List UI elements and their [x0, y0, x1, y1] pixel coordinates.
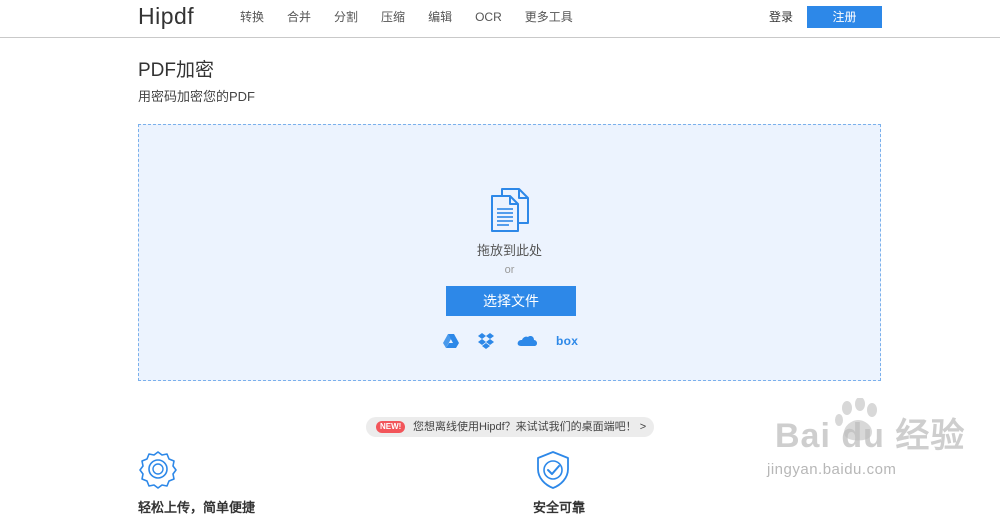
google-drive-icon[interactable]: [442, 332, 460, 350]
nav-item-convert[interactable]: 转换: [240, 0, 264, 34]
nav-item-edit[interactable]: 编辑: [428, 0, 452, 34]
logo[interactable]: Hipdf: [138, 1, 194, 31]
page-title: PDF加密: [138, 60, 215, 81]
award-ribbon-icon: [139, 451, 177, 489]
top-header: Hipdf 转换 合并 分割 压缩 编辑 OCR 更多工具 登录 注册: [0, 0, 1000, 38]
nav-item-merge[interactable]: 合并: [287, 0, 311, 34]
feature-label-secure: 安全可靠: [533, 500, 586, 515]
cloud-sources: box: [442, 332, 582, 350]
file-dropzone[interactable]: 拖放到此处 or 选择文件 box: [138, 124, 881, 381]
feature-label-upload: 轻松上传，简单便捷: [138, 500, 256, 515]
nav-item-ocr[interactable]: OCR: [475, 0, 502, 34]
page-subtitle: 用密码加密您的PDF: [138, 89, 256, 104]
shield-check-icon: [537, 451, 569, 489]
main-nav: 转换 合并 分割 压缩 编辑 OCR 更多工具: [240, 0, 596, 34]
nav-item-more-tools[interactable]: 更多工具: [525, 0, 573, 34]
signup-button[interactable]: 注册: [807, 6, 882, 28]
choose-file-button[interactable]: 选择文件: [446, 286, 576, 316]
drop-hint-text: 拖放到此处: [476, 243, 542, 258]
onedrive-icon[interactable]: [517, 332, 537, 350]
login-link[interactable]: 登录: [769, 0, 793, 34]
baidu-watermark: Bai du 经验 jingyan.baidu.com: [755, 396, 995, 488]
promo-text: 您想离线使用Hipdf？来试试我们的桌面端吧！ >: [413, 421, 647, 433]
box-icon[interactable]: box: [556, 332, 578, 350]
documents-icon: [491, 188, 529, 232]
dropbox-icon[interactable]: [477, 332, 495, 350]
nav-item-compress[interactable]: 压缩: [381, 0, 405, 34]
new-badge: NEW!: [376, 421, 406, 433]
desktop-promo-banner[interactable]: NEW! 您想离线使用Hipdf？来试试我们的桌面端吧！ >: [366, 417, 654, 437]
watermark-brand: Bai du 经验: [775, 417, 966, 455]
watermark-url: jingyan.baidu.com: [767, 461, 897, 478]
or-separator: or: [504, 264, 515, 276]
nav-item-split[interactable]: 分割: [334, 0, 358, 34]
